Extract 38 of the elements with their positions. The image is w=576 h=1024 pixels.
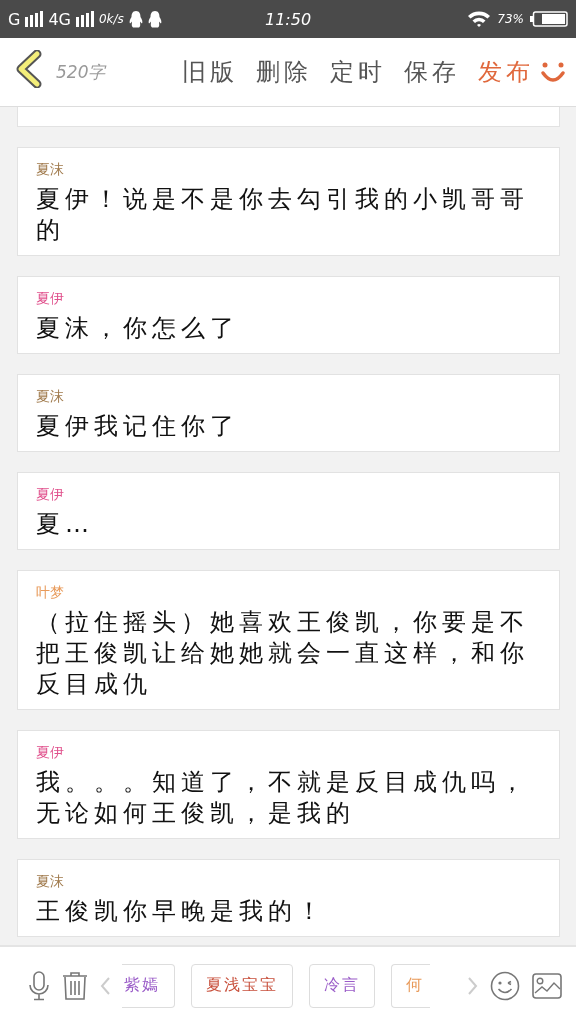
- word-count: 520字: [56, 60, 108, 84]
- emoji-icon[interactable]: [490, 970, 520, 1001]
- message-text: 夏伊！说是不是你去勾引我的小凯哥哥的: [36, 184, 530, 246]
- battery-percent: 73%: [497, 12, 524, 26]
- microphone-icon[interactable]: [28, 970, 50, 1001]
- toolbar-button[interactable]: 保存: [398, 56, 466, 88]
- speed-label: 0k/s: [99, 12, 124, 26]
- signal-icon: [25, 11, 44, 27]
- character-chip[interactable]: 冷言: [309, 963, 375, 1008]
- speaker-name: 夏伊: [36, 289, 65, 308]
- trash-icon[interactable]: [62, 970, 88, 1001]
- speaker-name: 夏伊: [36, 743, 65, 762]
- wifi-icon: [467, 10, 492, 28]
- network-label: G: [8, 9, 21, 29]
- message-text: 夏伊我记住你了: [36, 411, 240, 442]
- toolbar-button[interactable]: 定时: [324, 56, 392, 88]
- clock: 11:50: [264, 9, 312, 29]
- toolbar-button[interactable]: 旧版: [176, 56, 244, 88]
- character-chip[interactable]: 夏浅宝宝: [191, 963, 293, 1008]
- speaker-name: 夏沫: [36, 160, 65, 179]
- character-chip[interactable]: 紫嫣: [122, 963, 175, 1008]
- speaker-name: 夏沫: [36, 872, 65, 891]
- penguin-icon: [128, 10, 143, 28]
- speaker-name: 夏沫: [36, 387, 65, 406]
- message-text: 我。。。知道了，不就是反目成仇吗，无论如何王俊凯，是我的: [36, 767, 530, 829]
- publish-button[interactable]: 发布: [472, 56, 540, 88]
- speaker-name: 夏伊: [36, 485, 65, 504]
- network-label: 4G: [48, 9, 71, 29]
- message-text: 夏…: [36, 509, 95, 540]
- message-text: 夏沫，你怎么了: [36, 313, 240, 344]
- toolbar-button[interactable]: 删除: [250, 56, 318, 88]
- battery-icon: [530, 11, 568, 27]
- signal-icon: [76, 11, 94, 27]
- penguin-icon: [147, 10, 162, 28]
- image-icon[interactable]: [532, 972, 562, 999]
- message-text: 王俊凯你早晚是我的！: [36, 896, 327, 927]
- speaker-name: 叶梦: [36, 583, 65, 602]
- message-text: （拉住摇头）她喜欢王俊凯，你要是不把王俊凯让给她她就会一直这样，和你反目成仇: [36, 607, 530, 700]
